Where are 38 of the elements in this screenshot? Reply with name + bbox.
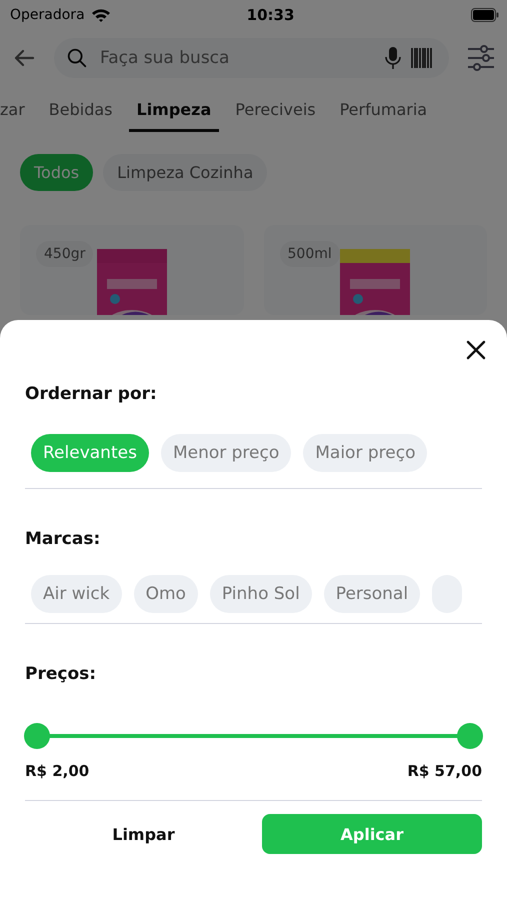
max-price: R$ 57,00 — [407, 762, 482, 780]
sort-option-chip[interactable]: Relevantes — [31, 434, 149, 472]
section-title: Preços: — [25, 664, 98, 684]
size-badge: 500ml — [280, 241, 340, 267]
category-tab[interactable]: zar — [0, 92, 33, 132]
search-field[interactable]: Faça sua busca — [54, 38, 449, 78]
battery-icon — [471, 8, 499, 22]
product-card[interactable]: 450gr — [20, 225, 244, 315]
filter-sliders-icon[interactable] — [467, 45, 495, 71]
clock-time: 10:33 — [246, 6, 296, 24]
category-tab[interactable]: Bebidas — [40, 92, 120, 132]
clear-button[interactable]: Limpar — [25, 814, 262, 854]
close-icon[interactable] — [466, 340, 486, 360]
category-tab[interactable]: Pereciveis — [227, 92, 324, 132]
size-badge: 450gr — [36, 241, 94, 267]
search-input[interactable]: Faça sua busca — [98, 47, 375, 69]
wifi-icon — [90, 8, 111, 22]
brand-chip[interactable]: Personal — [324, 575, 420, 613]
microphone-icon[interactable] — [385, 46, 401, 70]
product-card[interactable]: 500ml — [264, 225, 487, 315]
apply-button[interactable]: Aplicar — [262, 814, 482, 854]
section-title: Marcas: — [25, 529, 102, 549]
min-price: R$ 2,00 — [25, 762, 90, 780]
sort-option-chip[interactable]: Menor preço — [160, 434, 292, 472]
carrier-name: Operadora — [10, 7, 85, 23]
subcategory-chip[interactable]: Todos — [20, 154, 94, 191]
barcode-icon[interactable] — [411, 48, 433, 68]
slider-handle[interactable] — [457, 723, 483, 749]
brand-chip[interactable]: Air wick — [31, 575, 122, 613]
category-tab[interactable]: Limpeza — [128, 92, 220, 132]
search-icon — [66, 47, 88, 69]
brand-chip[interactable]: Omo — [134, 575, 198, 613]
category-tab[interactable]: Perfumaria — [332, 92, 436, 132]
brand-chip[interactable]: Pinho Sol — [210, 575, 312, 613]
sort-option-chip[interactable]: Maior preço — [303, 434, 428, 472]
slider-handle[interactable] — [24, 723, 50, 749]
section-title: Ordernar por: — [25, 384, 158, 404]
subcategory-chip[interactable]: Limpeza Cozinha — [103, 154, 268, 191]
